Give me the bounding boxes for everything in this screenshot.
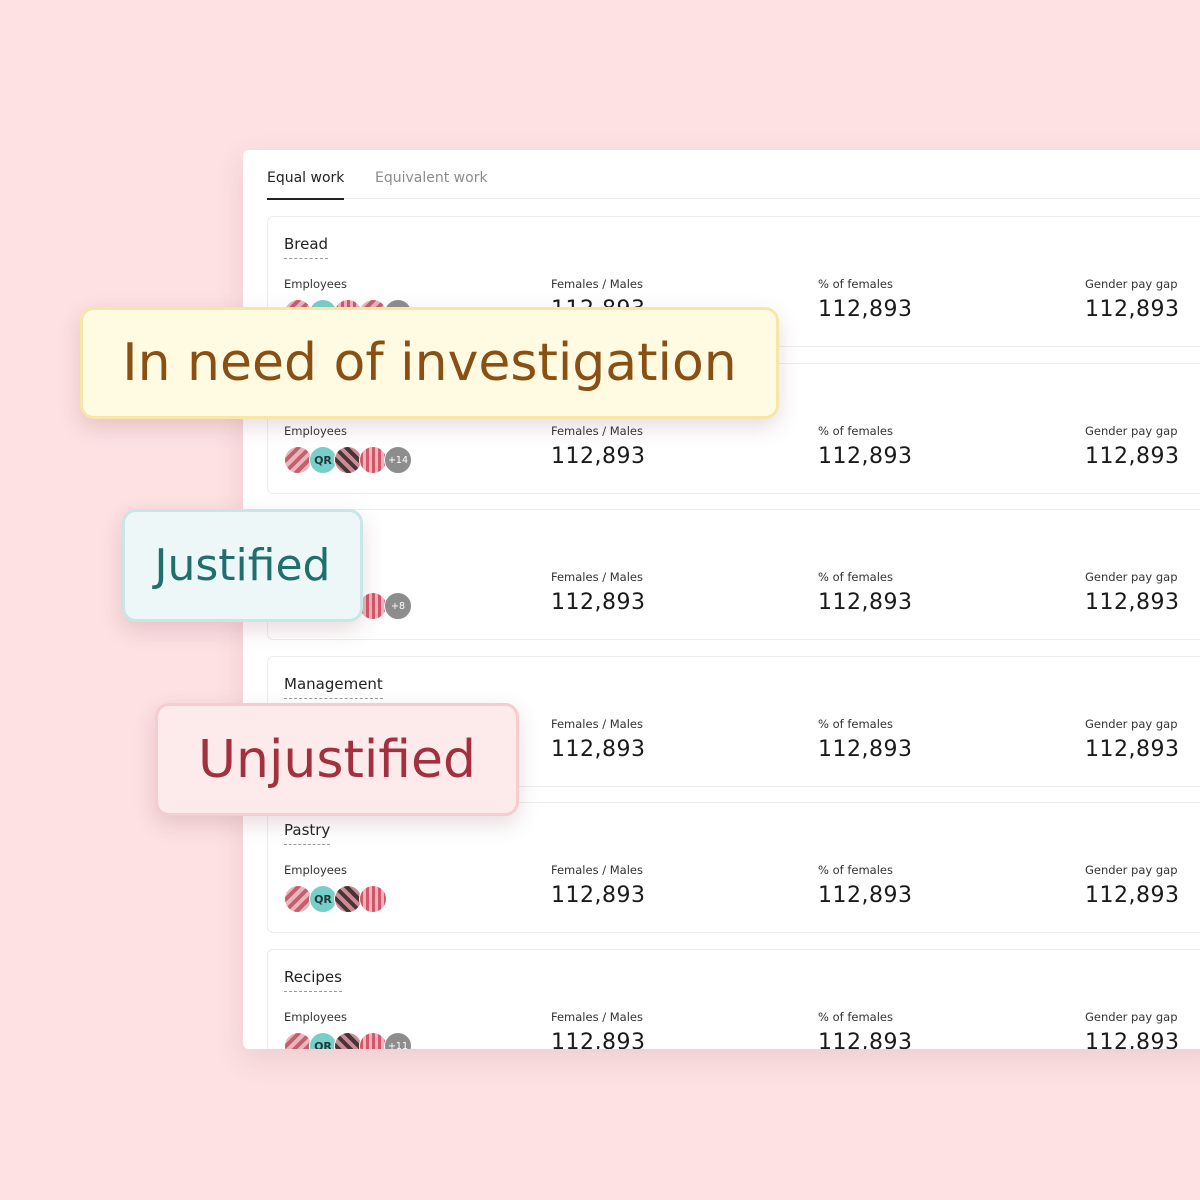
pct-females-label: % of females — [818, 717, 893, 731]
gender-pay-gap-value: 112,893 — [1085, 883, 1180, 908]
employees-label: Employees — [284, 277, 347, 291]
avatar[interactable] — [359, 1032, 387, 1049]
gender-pay-gap-value: 112,893 — [1085, 1030, 1180, 1049]
job-group-card-pastry[interactable]: Pastry Employees QR Females / Males 112,… — [267, 802, 1200, 933]
pct-females-value: 112,893 — [818, 883, 913, 908]
gender-pay-gap-value: 112,893 — [1085, 297, 1180, 322]
avatar[interactable] — [334, 885, 362, 913]
employees-label: Employees — [284, 1010, 347, 1024]
females-males-label: Females / Males — [551, 570, 643, 584]
females-males-label: Females / Males — [551, 863, 643, 877]
avatar[interactable]: QR — [309, 1032, 337, 1049]
gender-pay-gap-value: 112,893 — [1085, 590, 1180, 615]
pct-females-label: % of females — [818, 277, 893, 291]
avatar[interactable] — [284, 1032, 312, 1049]
job-group-card[interactable]: nce Employees QR +8 Females / Males 112,… — [267, 509, 1200, 640]
employee-avatars[interactable]: QR +14 — [284, 446, 412, 474]
pct-females-value: 112,893 — [818, 590, 913, 615]
employees-label: Employees — [284, 863, 347, 877]
females-males-value: 112,893 — [551, 883, 646, 908]
more-avatars-badge[interactable]: +8 — [384, 592, 412, 620]
females-males-value: 112,893 — [551, 737, 646, 762]
more-avatars-badge[interactable]: +14 — [384, 446, 412, 474]
avatar[interactable] — [359, 446, 387, 474]
females-males-label: Females / Males — [551, 424, 643, 438]
status-label-justified: Justified — [122, 509, 363, 622]
gender-pay-gap-label: Gender pay gap — [1085, 570, 1178, 584]
gender-pay-gap-label: Gender pay gap — [1085, 424, 1178, 438]
pct-females-value: 112,893 — [818, 1030, 913, 1049]
employee-avatars[interactable]: QR +11 — [284, 1032, 412, 1049]
gender-pay-gap-value: 112,893 — [1085, 444, 1180, 469]
job-group-title[interactable]: Bread — [284, 235, 329, 259]
gender-pay-gap-label: Gender pay gap — [1085, 863, 1178, 877]
avatar[interactable] — [334, 446, 362, 474]
females-males-label: Females / Males — [551, 277, 643, 291]
females-males-value: 112,893 — [551, 444, 646, 469]
females-males-value: 112,893 — [551, 1030, 646, 1049]
employees-label: Employees — [284, 424, 347, 438]
pct-females-value: 112,893 — [818, 444, 913, 469]
avatar[interactable] — [334, 1032, 362, 1049]
employee-avatars[interactable]: QR — [284, 885, 387, 913]
gender-pay-gap-label: Gender pay gap — [1085, 277, 1178, 291]
tab-equivalent-work[interactable]: Equivalent work — [375, 170, 488, 198]
gender-pay-gap-value: 112,893 — [1085, 737, 1180, 762]
avatar[interactable] — [284, 446, 312, 474]
females-males-value: 112,893 — [551, 590, 646, 615]
avatar[interactable] — [359, 592, 387, 620]
more-avatars-badge[interactable]: +11 — [384, 1032, 412, 1049]
pay-gap-panel: Equal work Equivalent work Bread Employe… — [243, 150, 1200, 1049]
job-group-card-recipes[interactable]: Recipes Employees QR +11 Females / Males… — [267, 949, 1200, 1049]
pct-females-label: % of females — [818, 1010, 893, 1024]
pct-females-label: % of females — [818, 424, 893, 438]
job-group-title[interactable]: Recipes — [284, 968, 342, 992]
job-group-title[interactable]: Management — [284, 675, 383, 699]
gender-pay-gap-label: Gender pay gap — [1085, 717, 1178, 731]
tab-bar: Equal work Equivalent work — [267, 150, 1200, 200]
females-males-label: Females / Males — [551, 717, 643, 731]
avatar[interactable]: QR — [309, 885, 337, 913]
status-label-unjustified: Unjustified — [155, 703, 519, 816]
pct-females-label: % of females — [818, 863, 893, 877]
job-group-title[interactable]: Pastry — [284, 821, 331, 845]
pct-females-value: 112,893 — [818, 737, 913, 762]
females-males-label: Females / Males — [551, 1010, 643, 1024]
pct-females-value: 112,893 — [818, 297, 913, 322]
avatar[interactable]: QR — [309, 446, 337, 474]
tab-equal-work[interactable]: Equal work — [267, 170, 345, 200]
avatar[interactable] — [284, 885, 312, 913]
gender-pay-gap-label: Gender pay gap — [1085, 1010, 1178, 1024]
pct-females-label: % of females — [818, 570, 893, 584]
avatar[interactable] — [359, 885, 387, 913]
status-label-investigation: In need of investigation — [80, 307, 779, 419]
